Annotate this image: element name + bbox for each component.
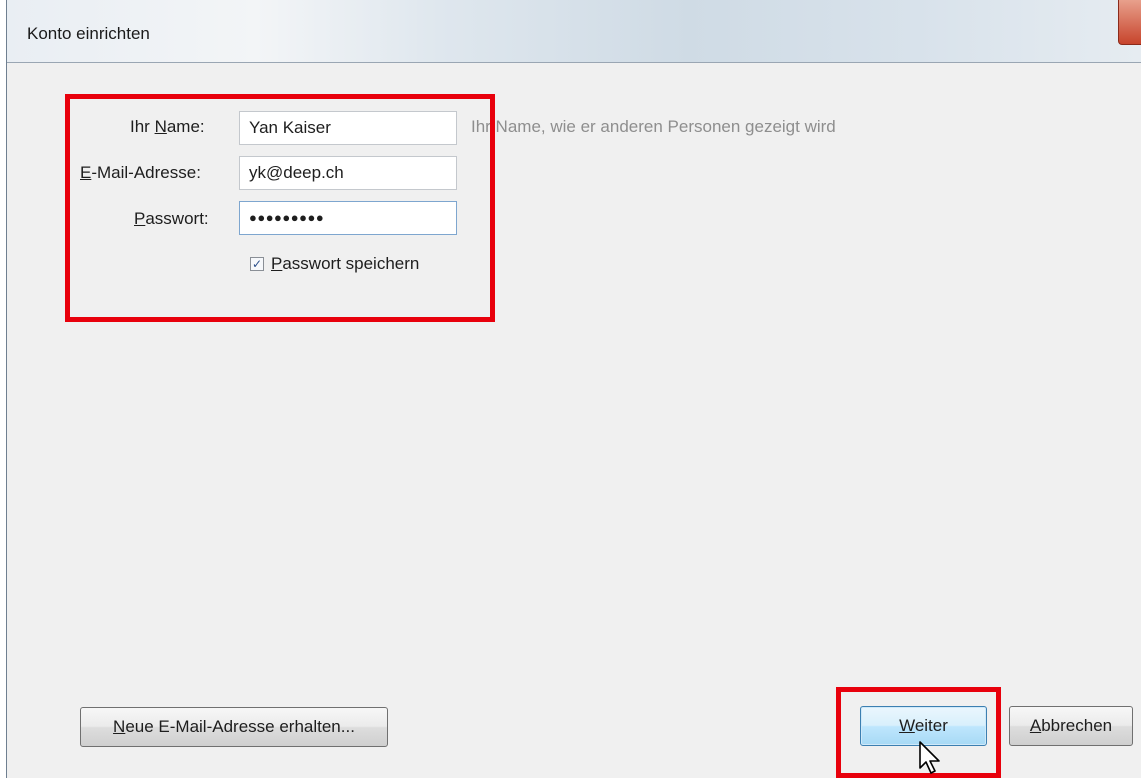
cancel-button[interactable]: Abbrechen [1009,706,1133,746]
new-address-accel: N [113,717,126,736]
cancel-accel: A [1029,716,1042,735]
new-email-address-button[interactable]: Neue E-Mail-Adresse erhalten... [80,707,388,747]
close-icon[interactable] [1118,0,1141,45]
title-bar[interactable]: Konto einrichten [7,0,1141,63]
new-address-rest: eue E-Mail-Adresse erhalten... [125,717,355,736]
arrow-cursor-icon [919,741,940,774]
name-hint: Ihr Name, wie er anderen Personen gezeig… [471,117,836,136]
cancel-rest: bbrechen [1041,716,1113,735]
window-title: Konto einrichten [27,24,150,43]
credentials-highlight-box [65,94,495,322]
